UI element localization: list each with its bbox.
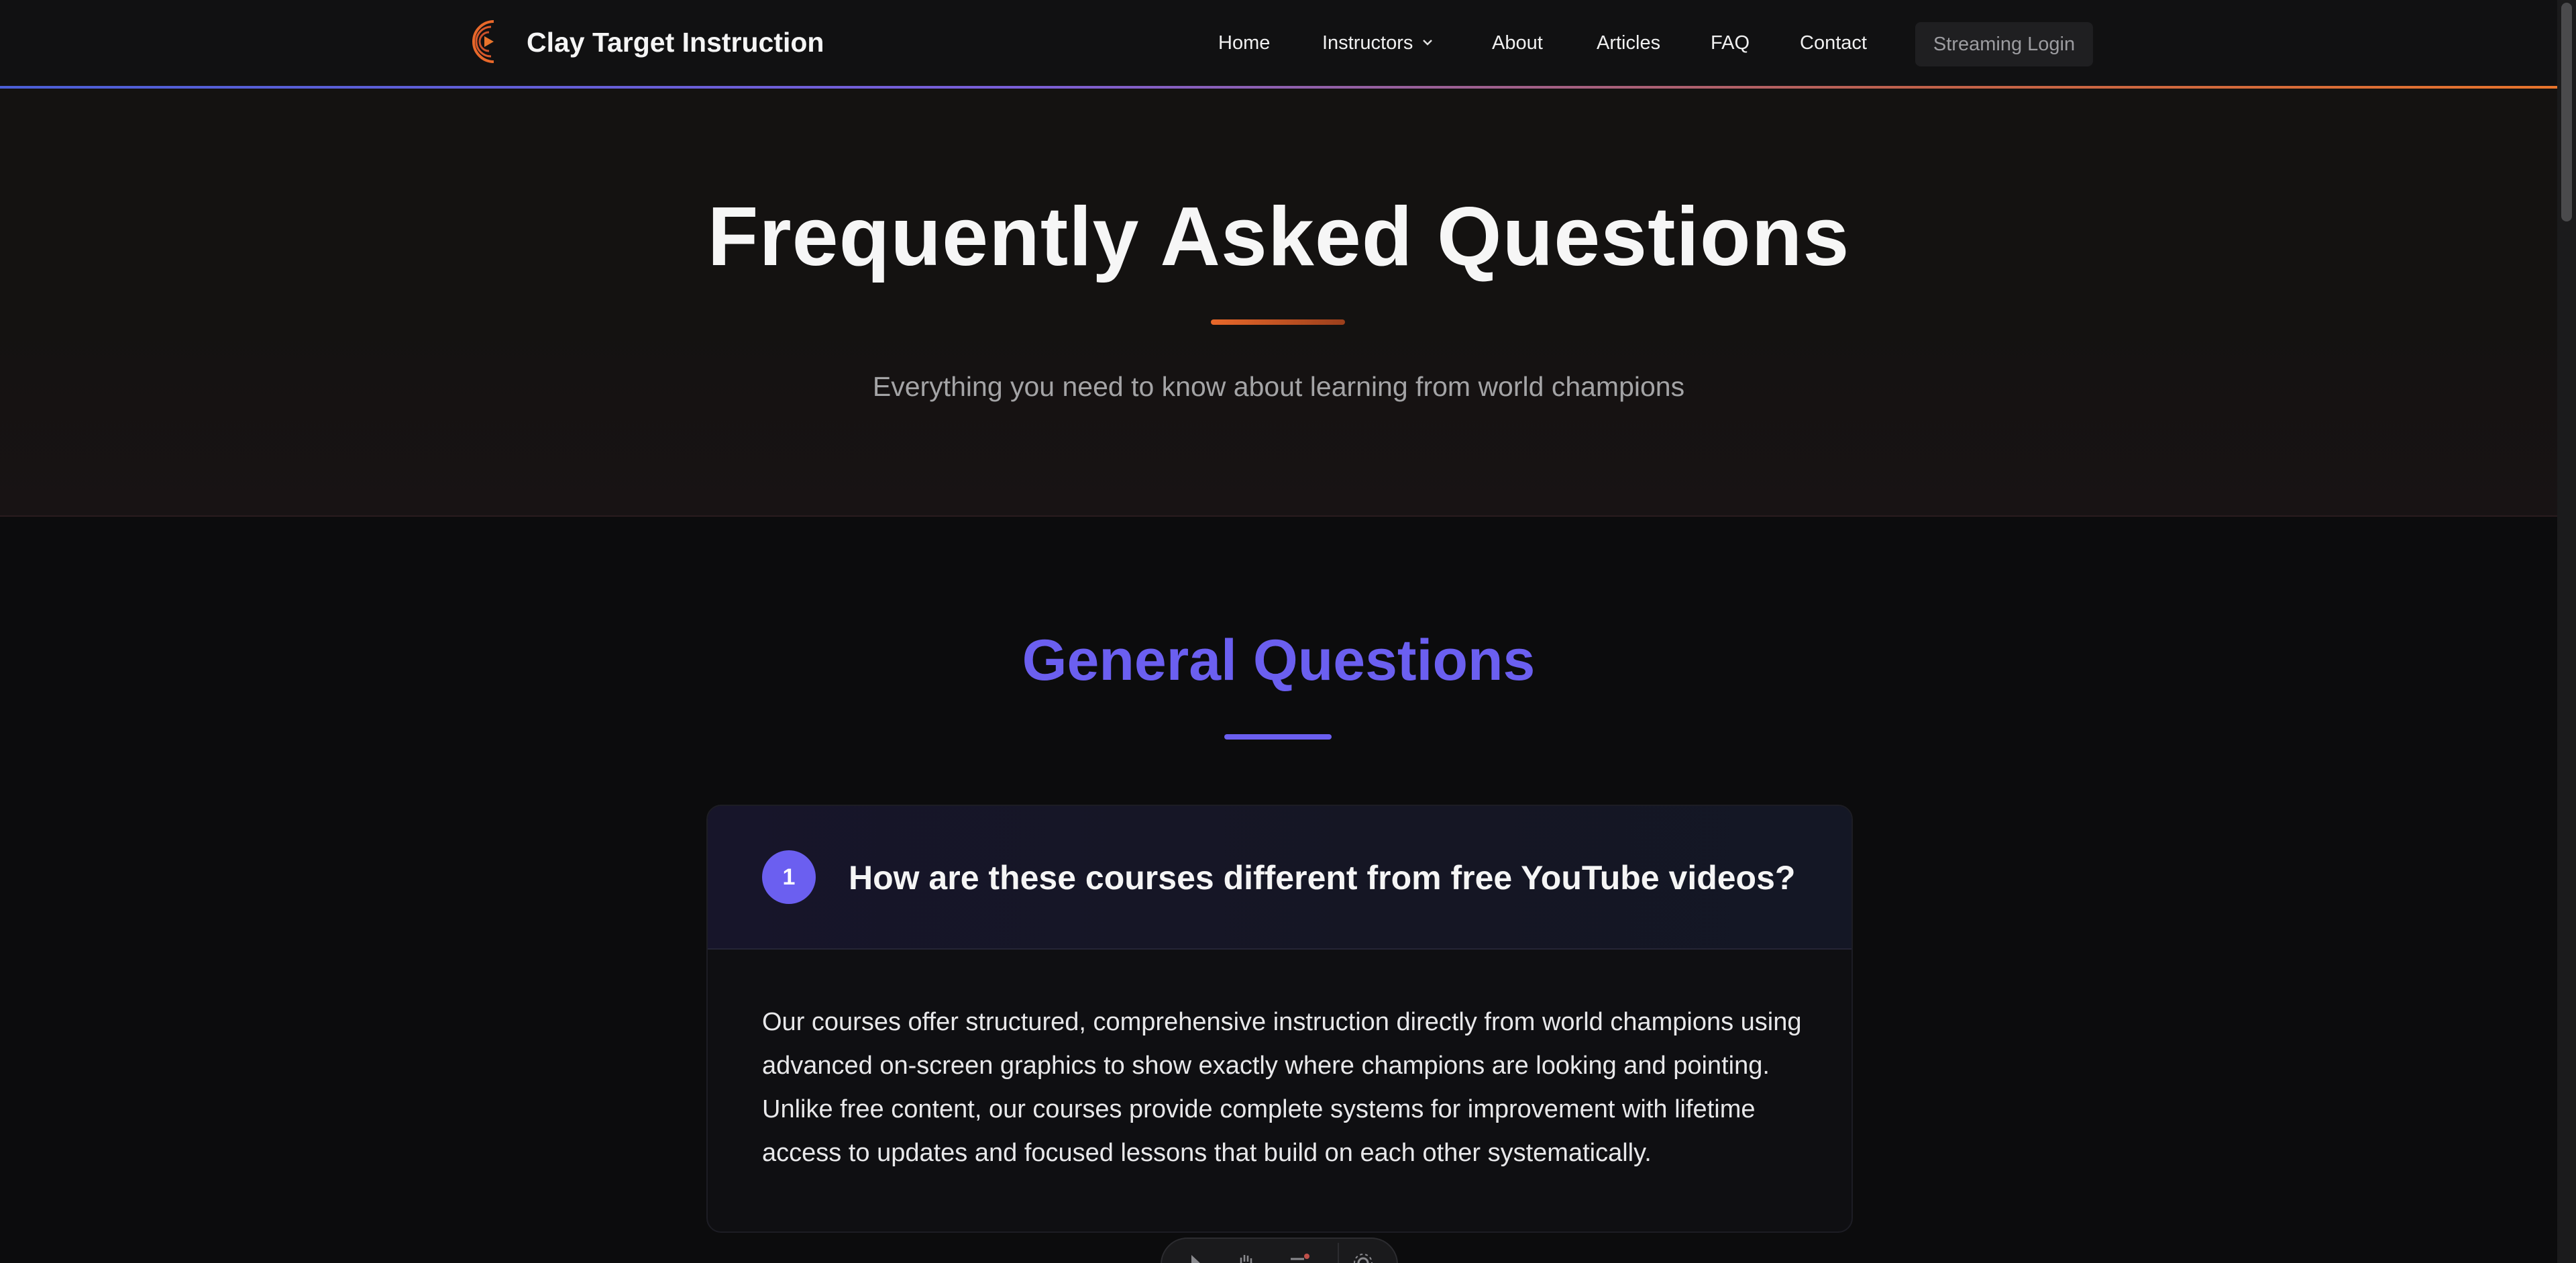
scrollbar[interactable]	[2557, 0, 2576, 1263]
faq-question-header[interactable]: 1 How are these courses different from f…	[708, 806, 1851, 950]
main-nav: Home Instructors About Articles FAQ Cont…	[0, 0, 2557, 87]
nav-about[interactable]: About	[1492, 32, 1543, 54]
floating-toolbar[interactable]	[1161, 1237, 1398, 1263]
list-icon[interactable]	[1287, 1251, 1311, 1263]
faq-question[interactable]: How are these courses different from fre…	[849, 858, 1795, 897]
nav-home[interactable]: Home	[1218, 32, 1270, 54]
page: Clay Target Instruction Home Instructors…	[0, 0, 2576, 1263]
toolbar-divider	[1338, 1243, 1339, 1263]
nav-contact[interactable]: Contact	[1800, 32, 1867, 54]
hero-section: Frequently Asked Questions Everything yo…	[0, 89, 2557, 517]
section-title: General Questions	[1022, 628, 1536, 693]
section-underline	[1224, 734, 1332, 740]
streaming-login-button[interactable]: Streaming Login	[1915, 22, 2093, 66]
scrollbar-thumb[interactable]	[2561, 3, 2572, 221]
title-underline	[1211, 319, 1345, 325]
nav-articles[interactable]: Articles	[1597, 32, 1660, 54]
hand-icon[interactable]	[1234, 1251, 1258, 1263]
settings-icon[interactable]	[1351, 1251, 1375, 1263]
pointer-icon[interactable]	[1182, 1251, 1206, 1263]
nav-faq[interactable]: FAQ	[1711, 32, 1750, 54]
faq-answer: Our courses offer structured, comprehens…	[762, 1008, 1802, 1167]
faq-item: 1 How are these courses different from f…	[706, 805, 1853, 1233]
nav-instructors[interactable]: Instructors	[1322, 32, 1413, 54]
page-title: Frequently Asked Questions	[707, 191, 1850, 283]
site-header: Clay Target Instruction Home Instructors…	[0, 0, 2557, 87]
faq-number-badge: 1	[762, 850, 816, 904]
chevron-down-icon[interactable]	[1420, 35, 1435, 50]
page-subtitle: Everything you need to know about learni…	[872, 371, 1685, 402]
